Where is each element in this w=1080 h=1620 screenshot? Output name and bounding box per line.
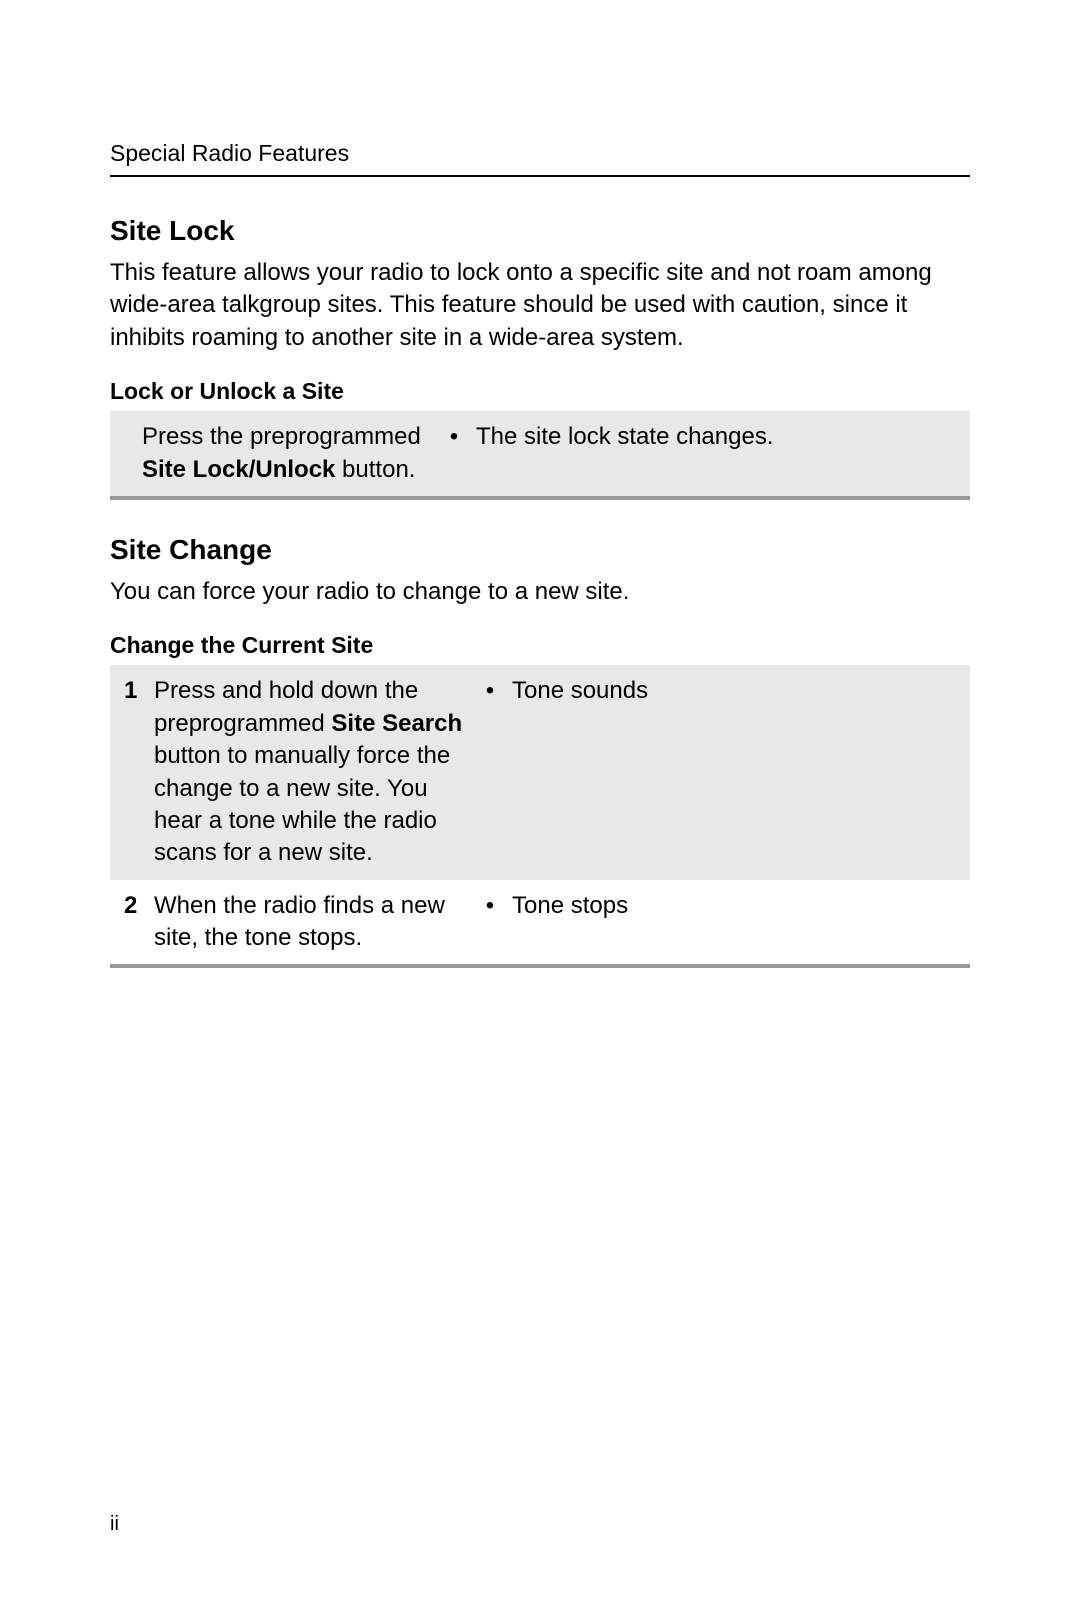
action-cell: When the radio finds a new site, the ton…: [146, 880, 476, 967]
action-text-post: button.: [335, 456, 415, 483]
result-cell: The site lock state changes.: [468, 411, 970, 498]
bullet-cell: •: [440, 411, 468, 498]
site-lock-table: Press the preprogrammed Site Lock/Unlock…: [110, 411, 970, 500]
table-row: 2 When the radio finds a new site, the t…: [110, 880, 970, 967]
section-header: Special Radio Features: [110, 140, 970, 167]
step-number: 1: [110, 665, 146, 879]
site-change-subheading: Change the Current Site: [110, 632, 970, 659]
site-change-intro: You can force your radio to change to a …: [110, 576, 970, 608]
page-number: ii: [110, 1513, 119, 1536]
result-cell: Tone stops: [504, 880, 970, 967]
bullet-icon: •: [486, 675, 494, 707]
bullet-icon: •: [486, 890, 494, 922]
action-text-pre: Press the preprogrammed: [142, 423, 421, 450]
action-text-post: button to manually force the change to a…: [154, 742, 450, 866]
action-cell: Press and hold down the preprogrammed Si…: [146, 665, 476, 879]
bullet-cell: •: [476, 665, 504, 879]
site-lock-intro: This feature allows your radio to lock o…: [110, 257, 970, 354]
site-lock-heading: Site Lock: [110, 215, 970, 247]
bullet-icon: •: [450, 421, 458, 453]
header-rule: [110, 175, 970, 177]
action-cell: Press the preprogrammed Site Lock/Unlock…: [110, 411, 440, 498]
bullet-cell: •: [476, 880, 504, 967]
action-text-bold: Site Lock/Unlock: [142, 456, 335, 483]
table-row: Press the preprogrammed Site Lock/Unlock…: [110, 411, 970, 498]
site-change-heading: Site Change: [110, 534, 970, 566]
step-number: 2: [110, 880, 146, 967]
table-row: 1 Press and hold down the preprogrammed …: [110, 665, 970, 879]
action-text-pre: When the radio finds a new site, the ton…: [154, 892, 445, 951]
site-change-table: 1 Press and hold down the preprogrammed …: [110, 665, 970, 968]
site-lock-subheading: Lock or Unlock a Site: [110, 378, 970, 405]
action-text-bold: Site Search: [331, 710, 462, 737]
result-cell: Tone sounds: [504, 665, 970, 879]
